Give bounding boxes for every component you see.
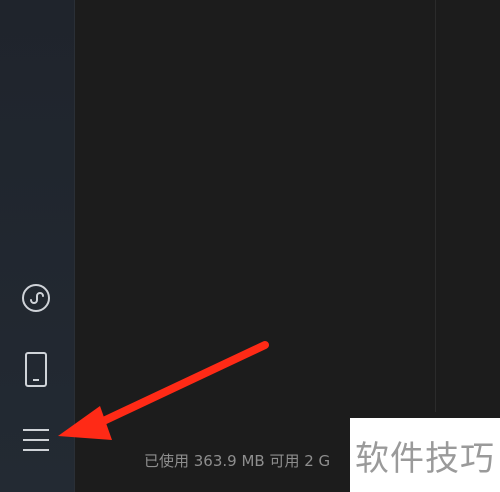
memory-status: 已使用 363.9 MB 可用 2 G [144,452,331,470]
menu-button[interactable] [14,420,58,464]
watermark: 软件技巧 [350,418,500,492]
mini-program-icon [21,283,51,317]
sidebar [0,0,75,492]
panel-divider [435,0,436,412]
menu-icon [21,425,51,459]
mini-program-button[interactable] [14,278,58,322]
simulator-button[interactable] [14,350,58,394]
phone-icon [21,350,51,394]
watermark-text: 软件技巧 [355,438,495,479]
